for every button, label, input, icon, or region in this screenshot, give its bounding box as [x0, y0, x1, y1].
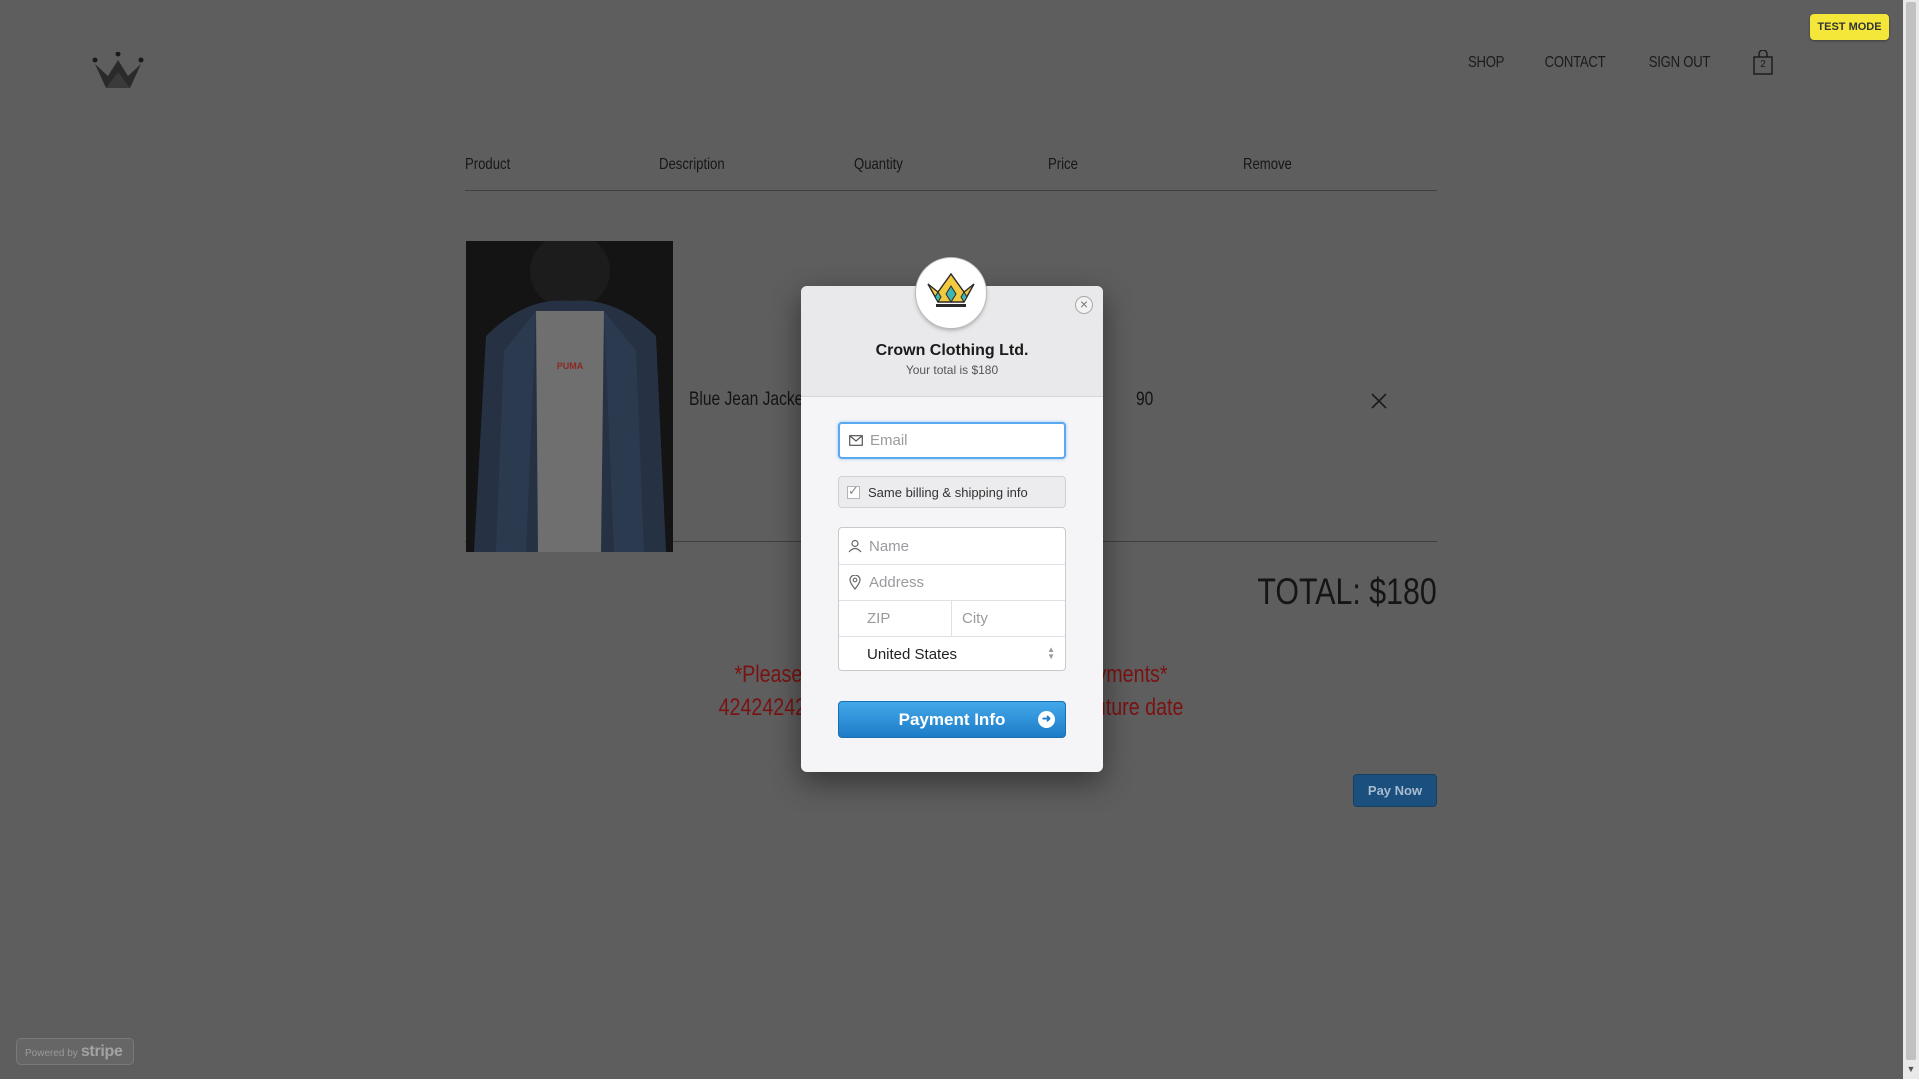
- table-header: Product Description Quantity Price Remov…: [465, 156, 1437, 191]
- city-field[interactable]: [952, 600, 1062, 636]
- header-remove: Remove: [1242, 156, 1292, 173]
- vertical-scrollbar[interactable]: ▼: [1903, 0, 1919, 1079]
- address-input[interactable]: [869, 573, 1039, 591]
- nav-sign-out[interactable]: SIGN OUT: [1649, 54, 1711, 72]
- scroll-down-arrow-icon[interactable]: ▼: [1906, 1064, 1916, 1074]
- merchant-logo: [916, 258, 986, 328]
- pay-now-button[interactable]: Pay Now: [1353, 774, 1437, 807]
- main-nav: SHOP CONTACT SIGN OUT 2: [1464, 49, 1775, 76]
- nav-shop[interactable]: SHOP: [1468, 54, 1504, 72]
- merchant-name: Crown Clothing Ltd.: [875, 342, 1029, 359]
- scrollbar-thumb[interactable]: [1906, 2, 1916, 1060]
- country-select[interactable]: United States: [867, 636, 1062, 672]
- modal-header: × Crown Clothing Ltd. Your total is $180: [801, 258, 1103, 397]
- gold-crown-icon: [927, 272, 975, 307]
- cart-button[interactable]: 2: [1751, 49, 1775, 76]
- payment-info-button[interactable]: Payment Info ➜: [838, 701, 1066, 738]
- stripe-wordmark: stripe: [80, 1043, 123, 1060]
- stripe-checkout-modal: × Crown Clothing Ltd. Your total is $180…: [801, 258, 1103, 772]
- remove-item-icon[interactable]: [1369, 391, 1389, 411]
- same-billing-checkbox-row[interactable]: Same billing & shipping info: [838, 476, 1066, 508]
- header-quantity: Quantity: [853, 156, 903, 173]
- product-price: 90: [1136, 389, 1154, 410]
- close-modal-button[interactable]: ×: [1075, 296, 1093, 314]
- cart-count: 2: [1760, 59, 1766, 70]
- select-arrows-icon: ▲ ▼: [1047, 645, 1055, 661]
- zip-input[interactable]: [867, 610, 937, 627]
- powered-by-text: Powered by: [25, 1048, 78, 1059]
- header-description: Description: [659, 156, 726, 173]
- product-image: PUMA: [466, 241, 673, 552]
- payment-info-label: Payment Info: [898, 710, 1006, 729]
- city-input[interactable]: [962, 610, 1032, 627]
- product-description: Blue Jean Jacket: [689, 389, 808, 410]
- zip-city-row: [839, 600, 1065, 637]
- jacket-photo: PUMA: [466, 241, 673, 552]
- crown-logo-icon[interactable]: [92, 52, 144, 92]
- address-fields: United States ▲▼: [838, 527, 1066, 671]
- nav-contact[interactable]: CONTACT: [1545, 54, 1606, 72]
- header-product: Product: [465, 156, 511, 173]
- email-input[interactable]: [870, 432, 1050, 449]
- same-billing-checkbox[interactable]: [847, 483, 860, 499]
- shirt-print: PUMA: [557, 361, 584, 371]
- email-field[interactable]: [838, 422, 1066, 459]
- powered-by-stripe-badge[interactable]: Powered by stripe: [16, 1038, 134, 1065]
- location-pin-icon: [847, 574, 863, 590]
- arrow-right-icon: ➜: [1038, 711, 1055, 728]
- page: SHOP CONTACT SIGN OUT 2 TEST MODE Produc…: [0, 0, 1903, 1079]
- zip-field[interactable]: [867, 600, 952, 636]
- header-price: Price: [1048, 156, 1079, 173]
- test-mode-badge: TEST MODE: [1810, 14, 1889, 40]
- same-billing-label: Same billing & shipping info: [868, 484, 1028, 500]
- person-icon: [847, 539, 863, 553]
- name-field[interactable]: [839, 528, 1065, 565]
- address-field[interactable]: [839, 564, 1065, 601]
- envelope-icon: [848, 435, 864, 446]
- order-total: TOTAL: $180: [1257, 571, 1437, 612]
- checkout-total: Your total is $180: [905, 363, 999, 377]
- name-input[interactable]: [869, 537, 1039, 555]
